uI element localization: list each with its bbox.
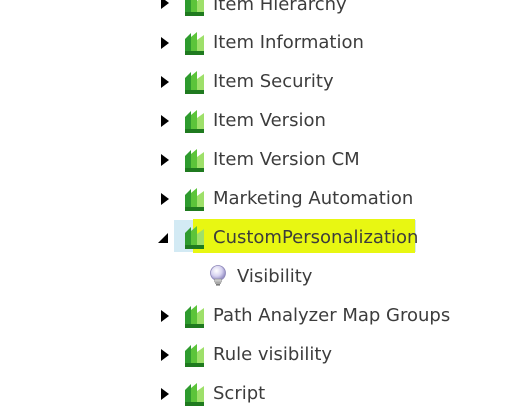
expand-arrow-icon[interactable]	[160, 387, 174, 403]
tree-node-script[interactable]: Script	[0, 380, 522, 410]
tree-node-marketing-automation[interactable]: Marketing Automation	[0, 185, 522, 215]
tree-node-label: CustomPersonalization	[213, 227, 419, 248]
lightbulb-icon	[208, 264, 228, 288]
tree-node-label: Path Analyzer Map Groups	[213, 305, 451, 326]
tree-node-custompersonalization[interactable]: CustomPersonalization	[0, 224, 522, 254]
tree-node-label: Item Version	[213, 110, 326, 131]
tree-node-label: Rule visibility	[213, 344, 333, 365]
sitecore-template-icon	[182, 187, 206, 213]
tree-node-label: Item Security	[213, 71, 334, 92]
expand-arrow-icon[interactable]	[160, 348, 174, 364]
tree-node-path-analyzer-map-groups[interactable]: Path Analyzer Map Groups	[0, 302, 522, 332]
tree-node-label: Item Hierarchy	[213, 0, 347, 15]
tree-node-rule-visibility[interactable]: Rule visibility	[0, 341, 522, 371]
tree-node-item-information[interactable]: Item Information	[0, 29, 522, 59]
tree-node-label: Visibility	[237, 266, 313, 287]
sitecore-template-icon	[182, 343, 206, 369]
collapse-arrow-icon[interactable]	[157, 232, 171, 248]
tree-node-label: Script	[213, 383, 266, 404]
sitecore-template-icon	[182, 225, 206, 251]
expand-arrow-icon[interactable]	[160, 0, 174, 12]
sitecore-template-icon	[182, 109, 206, 135]
tree-node-label: Item Information	[213, 32, 364, 53]
sitecore-template-icon	[182, 304, 206, 330]
sitecore-template-icon	[182, 70, 206, 96]
tree-node-item-security[interactable]: Item Security	[0, 68, 522, 98]
expand-arrow-icon[interactable]	[160, 153, 174, 169]
tree-node-item-hierarchy[interactable]: Item Hierarchy	[0, 0, 522, 22]
sitecore-template-icon	[182, 31, 206, 57]
tree-node-item-version[interactable]: Item Version	[0, 107, 522, 137]
tree-node-visibility[interactable]: Visibility	[0, 263, 522, 293]
expand-arrow-icon[interactable]	[160, 75, 174, 91]
content-tree: Item Hierarchy Item Information Item Sec…	[0, 0, 522, 412]
sitecore-template-icon	[182, 0, 206, 18]
expand-arrow-icon[interactable]	[160, 36, 174, 52]
expand-arrow-icon[interactable]	[160, 309, 174, 325]
sitecore-template-icon	[182, 148, 206, 174]
sitecore-template-icon	[182, 382, 206, 408]
tree-node-item-version-cm[interactable]: Item Version CM	[0, 146, 522, 176]
tree-node-label: Marketing Automation	[213, 188, 414, 209]
expand-arrow-icon[interactable]	[160, 192, 174, 208]
expand-arrow-icon[interactable]	[160, 114, 174, 130]
tree-node-label: Item Version CM	[213, 149, 360, 170]
